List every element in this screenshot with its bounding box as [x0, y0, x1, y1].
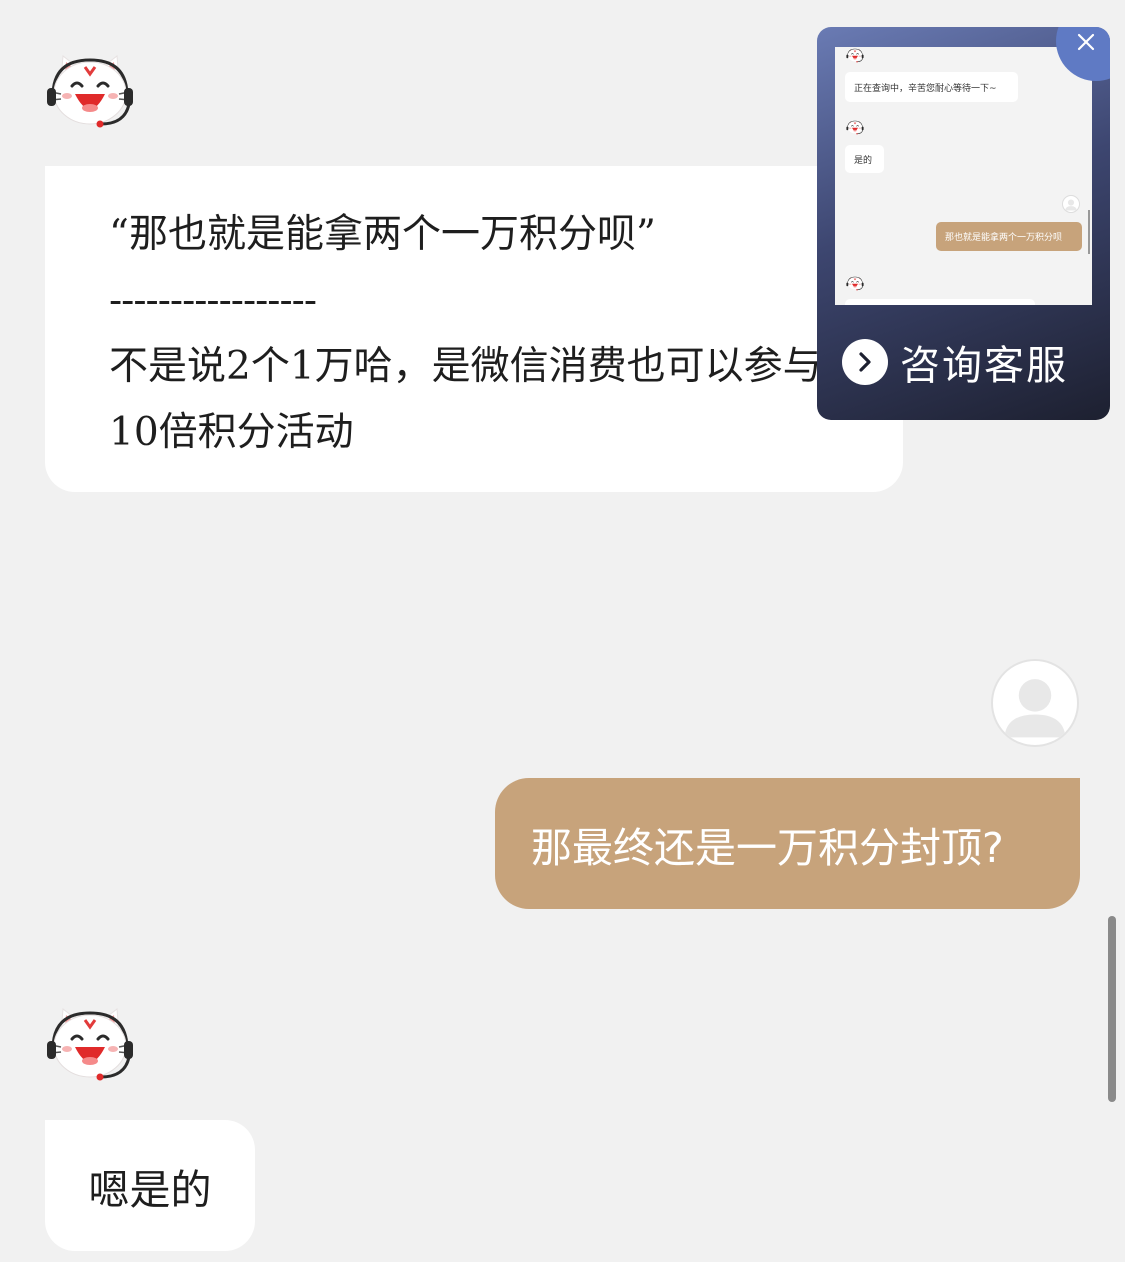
chat-scrollbar[interactable] [1108, 916, 1116, 1102]
user-message-bubble: 那最终还是一万积分封顶? [495, 778, 1080, 909]
preview-user-bubble: 那也就是能拿两个一万积分呗 [936, 222, 1082, 251]
close-icon [1077, 33, 1095, 51]
cat-agent-avatar-icon [845, 47, 865, 63]
default-user-avatar-icon [1062, 195, 1080, 213]
preview-message-2: 是的 [854, 155, 873, 166]
agent-reply-text-line-2: 10倍积分活动 [109, 410, 354, 455]
cat-agent-avatar-icon [45, 1003, 135, 1083]
preview-agent-bubble [845, 299, 1035, 305]
user-message-text: 那最终还是一万积分封顶? [531, 823, 1004, 872]
contact-customer-service-button[interactable]: 咨询客服 [842, 332, 1068, 392]
preview-agent-bubble: 是的 [845, 145, 884, 173]
cat-agent-avatar-icon [845, 275, 865, 291]
cat-agent-avatar-icon [845, 119, 865, 135]
chat-preview: 正在查询中，辛苦您耐心等待一下~ 是的 那也就是能拿两个一万积分呗 [835, 47, 1092, 305]
preview-message-1: 正在查询中，辛苦您耐心等待一下~ [854, 83, 997, 94]
default-user-avatar-icon [991, 659, 1079, 747]
quote-separator: ----------------- [109, 278, 317, 323]
quoted-message-text: “那也就是能拿两个一万积分呗” [109, 212, 656, 257]
preview-message-3: 那也就是能拿两个一万积分呗 [945, 233, 1063, 243]
customer-service-floating-window[interactable]: 正在查询中，辛苦您耐心等待一下~ 是的 那也就是能拿两个一万积分呗 咨询客服 [817, 27, 1110, 420]
preview-agent-bubble: 正在查询中，辛苦您耐心等待一下~ [845, 72, 1018, 102]
cat-agent-avatar-icon [45, 50, 135, 130]
chevron-right-icon [842, 339, 888, 385]
agent-message-bubble: 嗯是的 [45, 1120, 255, 1251]
agent-message-text: 嗯是的 [88, 1165, 212, 1214]
preview-scrollbar [1088, 210, 1090, 254]
agent-message-bubble: “那也就是能拿两个一万积分呗” ----------------- 不是说2个1… [45, 166, 903, 492]
agent-reply-text-line-1: 不是说2个1万哈，是微信消费也可以参与 [109, 344, 822, 389]
cta-label: 咨询客服 [900, 343, 1068, 389]
